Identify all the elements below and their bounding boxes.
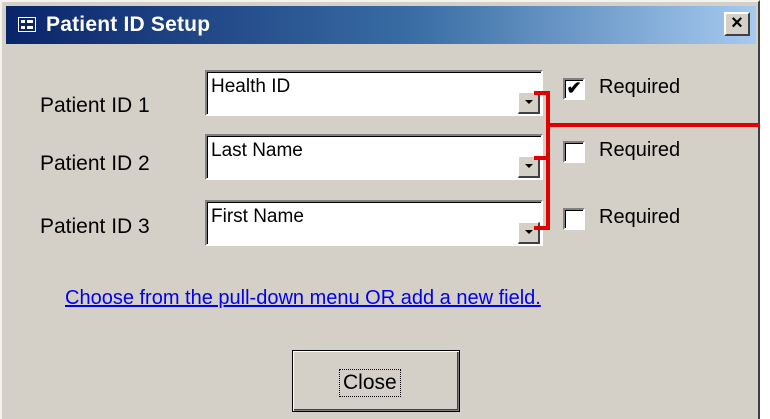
- window-title: Patient ID Setup: [46, 13, 211, 36]
- patient-id-2-required-label: Required: [599, 139, 681, 161]
- patient-id-1-select[interactable]: Health ID: [205, 70, 543, 116]
- patient-id-3-required-checkbox[interactable]: [563, 208, 585, 230]
- form-icon: [18, 17, 36, 32]
- patient-id-3-value: First Name: [211, 206, 304, 227]
- patient-id-1-required-checkbox[interactable]: ✔: [563, 78, 585, 100]
- patient-id-2-select[interactable]: Last Name: [205, 134, 543, 180]
- patient-id-3-select[interactable]: First Name: [205, 200, 543, 246]
- close-button-label: Close: [339, 369, 401, 397]
- chevron-down-icon[interactable]: [518, 92, 540, 114]
- patient-id-3-label: Patient ID 3: [40, 215, 150, 238]
- patient-id-2-value: Last Name: [211, 140, 303, 161]
- patient-id-2-required-checkbox[interactable]: [563, 141, 585, 163]
- close-button[interactable]: Close: [292, 350, 460, 412]
- title-bar[interactable]: Patient ID Setup ×: [6, 6, 756, 44]
- patient-id-setup-dialog: Patient ID Setup × Patient ID 1 Health I…: [0, 0, 760, 419]
- patient-id-2-label: Patient ID 2: [40, 152, 150, 175]
- close-window-button[interactable]: ×: [724, 12, 750, 36]
- patient-id-1-label: Patient ID 1: [40, 94, 150, 117]
- patient-id-1-required-label: Required: [599, 76, 681, 98]
- patient-id-1-value: Health ID: [211, 76, 291, 97]
- patient-id-3-required-label: Required: [599, 206, 681, 228]
- add-field-help-link[interactable]: Choose from the pull-down menu OR add a …: [65, 287, 541, 310]
